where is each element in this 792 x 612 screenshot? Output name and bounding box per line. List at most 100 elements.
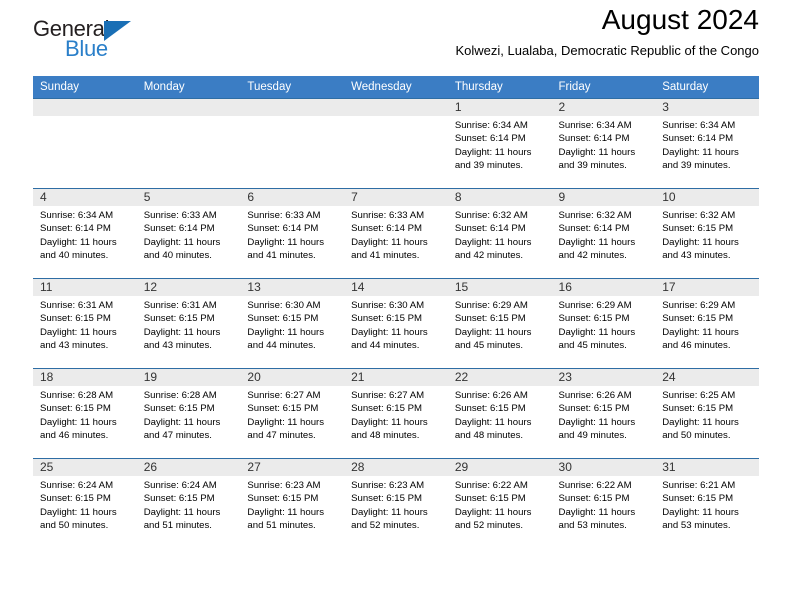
day-sunset: Sunset: 6:14 PM	[558, 223, 630, 235]
calendar-day-cell[interactable]: 9 Sunrise: 6:32 AM Sunset: 6:14 PM Daylight…	[551, 188, 656, 279]
calendar-day-cell[interactable]: 21 Sunrise: 6:27 AM Sunset: 6:15 PM Dayligh…	[344, 368, 448, 459]
day-daylight-line2: and 39 minutes.	[662, 159, 731, 171]
day-sunset: Sunset: 6:15 PM	[351, 493, 423, 505]
calendar-day-cell[interactable]: 14 Sunrise: 6:30 AM Sunset: 6:15 PM Dayligh…	[344, 278, 448, 369]
day-daylight-line1: Daylight: 11 hours	[351, 326, 428, 338]
day-details: Sunrise: 6:27 AM Sunset: 6:15 PM Daylight:…	[344, 386, 448, 442]
day-cell-inner	[344, 99, 448, 188]
day-sunrise: Sunrise: 6:29 AM	[454, 300, 528, 311]
day-cell-inner	[240, 99, 345, 188]
day-daylight-line1: Daylight: 11 hours	[454, 146, 532, 158]
calendar-body: 1 Sunrise: 6:34 AM Sunset: 6:14 PM Daylight…	[33, 98, 759, 548]
day-daylight-line2: and 47 minutes.	[143, 429, 212, 441]
calendar-day-cell[interactable]: 18 Sunrise: 6:28 AM Sunset: 6:15 PM Dayligh…	[33, 368, 137, 459]
calendar-day-cell[interactable]: 16 Sunrise: 6:29 AM Sunset: 6:15 PM Dayligh…	[551, 278, 656, 369]
calendar-day-cell[interactable]: 20 Sunrise: 6:27 AM Sunset: 6:15 PM Dayligh…	[240, 368, 345, 459]
day-sunrise: Sunrise: 6:24 AM	[143, 480, 217, 491]
page-header: General Blue August 2024 Kolwezi, Lualab…	[33, 0, 759, 76]
day-daylight-line1: Daylight: 11 hours	[662, 506, 739, 518]
calendar-day-cell[interactable]: 19 Sunrise: 6:28 AM Sunset: 6:15 PM Dayligh…	[136, 368, 241, 459]
calendar-day-cell[interactable]: 7 Sunrise: 6:33 AM Sunset: 6:14 PM Daylight…	[344, 188, 448, 279]
day-details: Sunrise: 6:30 AM Sunset: 6:15 PM Daylight:…	[240, 296, 344, 352]
day-details: Sunrise: 6:34 AM Sunset: 6:14 PM Daylight:…	[448, 116, 552, 172]
weekday-header-friday: Friday	[551, 76, 656, 99]
day-daylight-line1: Daylight: 11 hours	[40, 506, 117, 518]
day-details: Sunrise: 6:29 AM Sunset: 6:15 PM Daylight:…	[655, 296, 759, 352]
day-number: 14	[344, 279, 448, 296]
calendar-week-row: 25 Sunrise: 6:24 AM Sunset: 6:15 PM Dayligh…	[33, 458, 759, 548]
calendar-day-cell[interactable]: 3 Sunrise: 6:34 AM Sunset: 6:14 PM Daylight…	[655, 98, 759, 189]
day-details: Sunrise: 6:22 AM Sunset: 6:15 PM Daylight:…	[448, 476, 552, 532]
day-daylight-line2: and 49 minutes.	[558, 429, 627, 441]
day-number: 7	[344, 189, 448, 206]
calendar-day-cell[interactable]: 28 Sunrise: 6:23 AM Sunset: 6:15 PM Dayligh…	[344, 458, 448, 548]
calendar-day-cell[interactable]: 11 Sunrise: 6:31 AM Sunset: 6:15 PM Dayligh…	[33, 278, 137, 369]
weekday-header-row: Sunday Monday Tuesday Wednesday Thursday…	[33, 76, 759, 99]
day-cell-inner: 7 Sunrise: 6:33 AM Sunset: 6:14 PM Daylight…	[344, 189, 448, 278]
calendar-day-cell[interactable]: 2 Sunrise: 6:34 AM Sunset: 6:14 PM Daylight…	[551, 98, 656, 189]
calendar-day-cell[interactable]: 17 Sunrise: 6:29 AM Sunset: 6:15 PM Dayligh…	[655, 278, 759, 369]
day-cell-inner: 5 Sunrise: 6:33 AM Sunset: 6:14 PM Daylight…	[136, 189, 241, 278]
day-sunrise: Sunrise: 6:31 AM	[143, 300, 217, 311]
calendar-day-cell[interactable]: 8 Sunrise: 6:32 AM Sunset: 6:14 PM Daylight…	[447, 188, 552, 279]
calendar-week-row: 11 Sunrise: 6:31 AM Sunset: 6:15 PM Dayligh…	[33, 278, 759, 369]
day-details: Sunrise: 6:21 AM Sunset: 6:15 PM Daylight:…	[655, 476, 759, 532]
day-cell-inner: 23 Sunrise: 6:26 AM Sunset: 6:15 PM Dayligh…	[551, 369, 656, 458]
calendar-day-cell[interactable]: 6 Sunrise: 6:33 AM Sunset: 6:14 PM Daylight…	[240, 188, 345, 279]
calendar-day-cell[interactable]: 10 Sunrise: 6:32 AM Sunset: 6:15 PM Dayligh…	[655, 188, 759, 279]
day-sunset: Sunset: 6:15 PM	[40, 403, 111, 415]
day-daylight-line1: Daylight: 11 hours	[558, 326, 636, 338]
calendar-day-cell[interactable]: 29 Sunrise: 6:22 AM Sunset: 6:15 PM Dayligh…	[447, 458, 552, 548]
calendar-day-cell[interactable]: 12 Sunrise: 6:31 AM Sunset: 6:15 PM Dayligh…	[136, 278, 241, 369]
calendar-page: General Blue August 2024 Kolwezi, Lualab…	[0, 0, 792, 612]
day-daylight-line1: Daylight: 11 hours	[662, 326, 739, 338]
day-sunset: Sunset: 6:14 PM	[40, 223, 111, 235]
calendar-day-cell[interactable]: 13 Sunrise: 6:30 AM Sunset: 6:15 PM Dayligh…	[240, 278, 345, 369]
day-sunset: Sunset: 6:15 PM	[40, 313, 111, 325]
day-sunrise: Sunrise: 6:32 AM	[558, 210, 632, 221]
day-number: 1	[447, 99, 552, 116]
weekday-header-monday: Monday	[136, 76, 241, 99]
day-cell-inner: 22 Sunrise: 6:26 AM Sunset: 6:15 PM Dayligh…	[447, 369, 552, 458]
day-details: Sunrise: 6:26 AM Sunset: 6:15 PM Daylight:…	[448, 386, 552, 442]
day-number: 29	[447, 459, 552, 476]
calendar-day-cell[interactable]: 24 Sunrise: 6:25 AM Sunset: 6:15 PM Dayligh…	[655, 368, 759, 459]
day-cell-inner: 12 Sunrise: 6:31 AM Sunset: 6:15 PM Dayligh…	[136, 279, 241, 368]
day-cell-inner	[33, 99, 137, 188]
calendar-day-cell[interactable]: 25 Sunrise: 6:24 AM Sunset: 6:15 PM Dayligh…	[33, 458, 137, 548]
day-daylight-line1: Daylight: 11 hours	[558, 146, 636, 158]
day-cell-inner: 17 Sunrise: 6:29 AM Sunset: 6:15 PM Dayligh…	[655, 279, 759, 368]
calendar-day-cell[interactable]: 31 Sunrise: 6:21 AM Sunset: 6:15 PM Dayligh…	[655, 458, 759, 548]
day-number: 10	[655, 189, 759, 206]
day-details: Sunrise: 6:32 AM Sunset: 6:14 PM Daylight:…	[552, 206, 656, 262]
day-number: 15	[447, 279, 552, 296]
calendar-day-cell[interactable]: 27 Sunrise: 6:23 AM Sunset: 6:15 PM Dayligh…	[240, 458, 345, 548]
day-cell-inner: 28 Sunrise: 6:23 AM Sunset: 6:15 PM Dayligh…	[344, 459, 448, 548]
calendar-day-cell[interactable]: 30 Sunrise: 6:22 AM Sunset: 6:15 PM Dayligh…	[551, 458, 656, 548]
day-sunset: Sunset: 6:15 PM	[558, 313, 630, 325]
day-daylight-line2: and 40 minutes.	[143, 249, 212, 261]
day-daylight-line2: and 53 minutes.	[662, 519, 731, 531]
calendar-day-cell[interactable]: 22 Sunrise: 6:26 AM Sunset: 6:15 PM Dayligh…	[447, 368, 552, 459]
day-cell-inner: 29 Sunrise: 6:22 AM Sunset: 6:15 PM Dayligh…	[447, 459, 552, 548]
calendar-day-cell[interactable]: 15 Sunrise: 6:29 AM Sunset: 6:15 PM Dayligh…	[447, 278, 552, 369]
day-number: 23	[551, 369, 656, 386]
day-sunset: Sunset: 6:15 PM	[662, 313, 734, 325]
day-sunrise: Sunrise: 6:29 AM	[662, 300, 736, 311]
calendar-day-cell[interactable]: 1 Sunrise: 6:34 AM Sunset: 6:14 PM Daylight…	[447, 98, 552, 189]
calendar-week-row: 4 Sunrise: 6:34 AM Sunset: 6:14 PM Daylight…	[33, 188, 759, 279]
day-details: Sunrise: 6:25 AM Sunset: 6:15 PM Daylight:…	[655, 386, 759, 442]
calendar-day-cell[interactable]: 5 Sunrise: 6:33 AM Sunset: 6:14 PM Daylight…	[136, 188, 241, 279]
day-daylight-line1: Daylight: 11 hours	[558, 236, 636, 248]
calendar-day-cell[interactable]: 26 Sunrise: 6:24 AM Sunset: 6:15 PM Dayligh…	[136, 458, 241, 548]
brand-logo[interactable]: General Blue	[33, 16, 153, 64]
calendar-day-cell[interactable]: 4 Sunrise: 6:34 AM Sunset: 6:14 PM Daylight…	[33, 188, 137, 279]
day-number: 25	[33, 459, 137, 476]
day-daylight-line2: and 41 minutes.	[351, 249, 420, 261]
day-details: Sunrise: 6:34 AM Sunset: 6:14 PM Daylight:…	[552, 116, 656, 172]
day-daylight-line1: Daylight: 11 hours	[143, 236, 221, 248]
day-sunrise: Sunrise: 6:27 AM	[247, 390, 321, 401]
calendar-day-cell[interactable]: 23 Sunrise: 6:26 AM Sunset: 6:15 PM Dayligh…	[551, 368, 656, 459]
day-daylight-line2: and 51 minutes.	[247, 519, 316, 531]
day-number: 24	[655, 369, 759, 386]
